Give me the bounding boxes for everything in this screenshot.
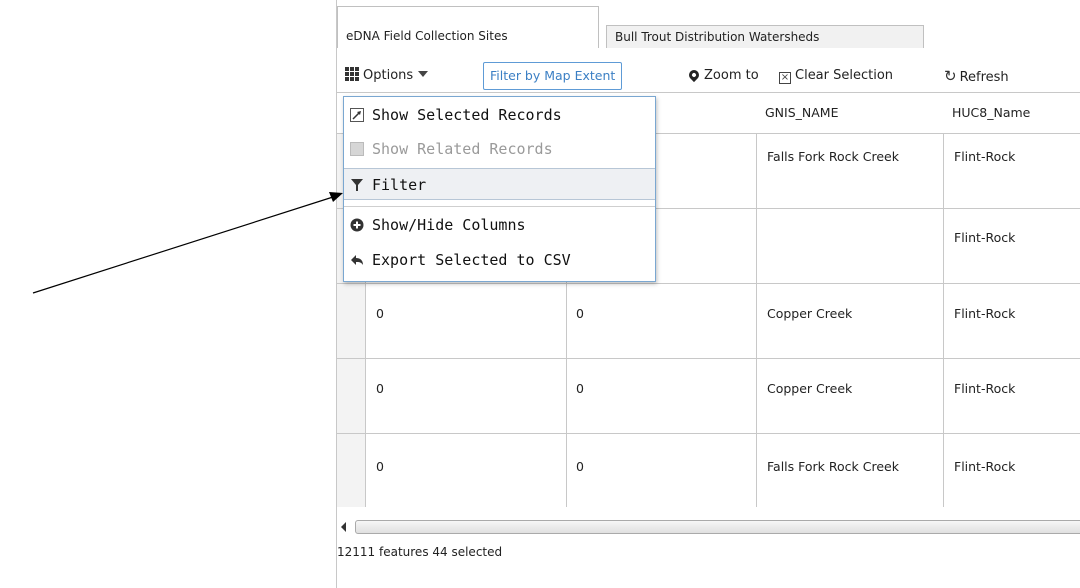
cell-value: 0 [376, 306, 384, 321]
header-label: GNIS_NAME [765, 105, 839, 120]
menu-label: Filter [372, 176, 427, 194]
horizontal-scrollbar[interactable] [337, 517, 1080, 537]
cell-huc: Flint-Rock [954, 230, 1016, 245]
cell-value: 0 [576, 381, 584, 396]
caret-down-icon [418, 71, 429, 77]
zoom-to-button[interactable]: Zoom to [686, 60, 759, 92]
zoom-selected-icon [350, 108, 364, 122]
options-menu: Show Selected Records Show Related Recor… [343, 96, 656, 282]
attribute-table-panel: eDNA Field Collection Sites Bull Trout D… [336, 0, 1080, 588]
cell-value: 0 [376, 459, 384, 474]
menu-divider [344, 206, 655, 207]
refresh-button[interactable]: ↻ Refresh [944, 60, 1009, 92]
clear-label: Clear Selection [795, 68, 894, 83]
cell-gnis: Copper Creek [767, 381, 853, 396]
menu-item-show-hide-columns[interactable]: Show/Hide Columns [344, 209, 655, 241]
tab-edna-sites[interactable]: eDNA Field Collection Sites [337, 6, 599, 48]
cell-gnis: Copper Creek [767, 306, 853, 321]
filter-extent-label: Filter by Map Extent [490, 68, 616, 83]
export-arrow-icon [351, 255, 363, 265]
table-row[interactable]: 0 0 Falls Fork Rock Creek Flint-Rock [337, 434, 1080, 507]
menu-label: Show/Hide Columns [372, 216, 526, 234]
plus-circle-icon [350, 218, 364, 232]
column-header-gnis-name[interactable]: GNIS_NAME [757, 93, 839, 133]
cell-value: 0 [576, 306, 584, 321]
cell-gnis: Falls Fork Rock Creek [767, 459, 899, 474]
tab-bar: eDNA Field Collection Sites Bull Trout D… [337, 0, 1080, 48]
cell-huc: Flint-Rock [954, 306, 1016, 321]
refresh-icon: ↻ [944, 67, 957, 85]
funnel-icon [351, 179, 363, 191]
pin-icon [686, 67, 702, 83]
toolbar: Options Filter by Map Extent Zoom to × Cl… [337, 60, 1080, 92]
table-row[interactable]: 0 0 Copper Creek Flint-Rock [337, 359, 1080, 434]
cell-huc: Flint-Rock [954, 381, 1016, 396]
menu-label: Show Selected Records [372, 106, 562, 124]
options-button[interactable]: Options [345, 60, 429, 92]
grid-icon [345, 67, 359, 81]
menu-label: Export Selected to CSV [372, 251, 571, 269]
cell-huc: Flint-Rock [954, 459, 1016, 474]
refresh-label: Refresh [959, 70, 1009, 85]
clear-selection-button[interactable]: × Clear Selection [779, 60, 893, 92]
menu-label: Show Related Records [372, 140, 553, 158]
cell-value: 0 [376, 381, 384, 396]
menu-item-export-csv[interactable]: Export Selected to CSV [344, 244, 655, 276]
tab-bull-trout[interactable]: Bull Trout Distribution Watersheds [606, 25, 924, 48]
cell-huc: Flint-Rock [954, 149, 1016, 164]
filter-by-map-extent-button[interactable]: Filter by Map Extent [483, 62, 623, 90]
clear-box-icon: × [779, 72, 791, 84]
header-label: HUC8_Name [952, 105, 1031, 120]
scrollbar-thumb[interactable] [355, 520, 1080, 534]
zoom-label: Zoom to [704, 68, 759, 83]
related-icon [350, 142, 364, 156]
scroll-left-icon[interactable] [341, 522, 346, 532]
menu-item-filter[interactable]: Filter [344, 168, 655, 200]
menu-item-show-selected[interactable]: Show Selected Records [344, 99, 655, 131]
status-footer: 12111 features 44 selected [337, 545, 503, 559]
cell-gnis: Falls Fork Rock Creek [767, 149, 899, 164]
tab-label: Bull Trout Distribution Watersheds [615, 30, 820, 44]
table-row[interactable]: 0 0 Copper Creek Flint-Rock [337, 284, 1080, 359]
column-header-huc8-name[interactable]: HUC8_Name [944, 93, 1030, 133]
cell-value: 0 [576, 459, 584, 474]
tab-label: eDNA Field Collection Sites [346, 29, 508, 43]
menu-item-show-related[interactable]: Show Related Records [344, 133, 655, 165]
options-label: Options [363, 68, 414, 83]
